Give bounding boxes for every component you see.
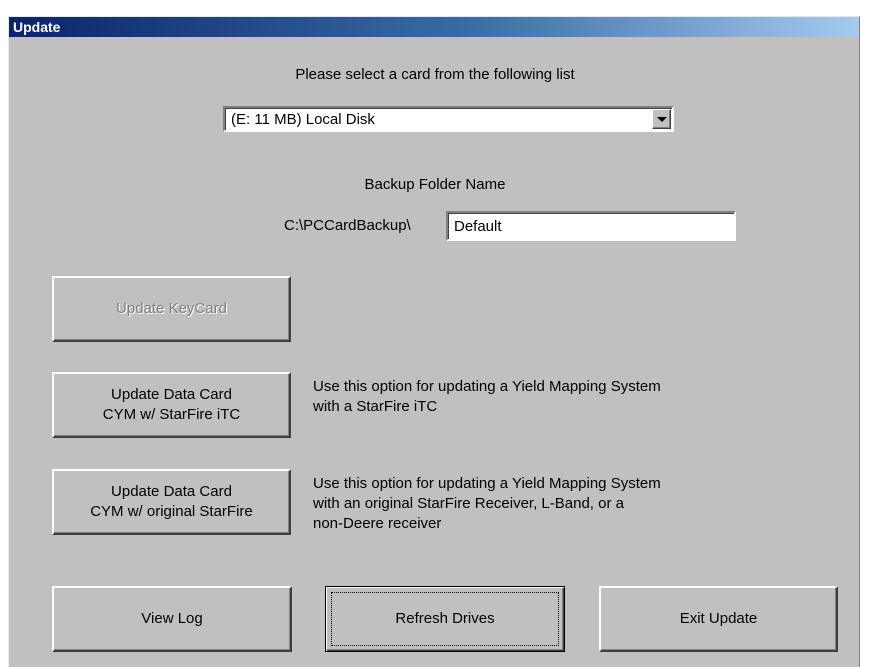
- itc-desc-line2: with a StarFire iTC: [313, 398, 438, 415]
- update-orig-label-line1: Update Data Card: [111, 483, 232, 500]
- update-keycard-button[interactable]: Update KeyCard: [52, 276, 291, 342]
- refresh-drives-button[interactable]: Refresh Drives: [325, 586, 565, 652]
- backup-folder-input[interactable]: [446, 211, 736, 241]
- exit-update-label: Exit Update: [679, 610, 758, 627]
- orig-desc-line1: Use this option for updating a Yield Map…: [313, 475, 661, 492]
- update-dialog: Update Please select a card from the fol…: [8, 16, 860, 667]
- update-data-card-itc-button[interactable]: Update Data Card CYM w/ StarFire iTC: [52, 372, 291, 438]
- orig-desc-line3: non-Deere receiver: [313, 515, 442, 532]
- backup-folder-label: Backup Folder Name: [364, 176, 506, 193]
- view-log-label: View Log: [141, 610, 203, 627]
- update-orig-label-line2: CYM w/ original StarFire: [90, 503, 253, 520]
- update-data-card-itc-label: Update Data Card CYM w/ StarFire iTC: [103, 385, 241, 425]
- itc-option-description: Use this option for updating a Yield Map…: [313, 377, 661, 417]
- card-select-value: (E: 11 MB) Local Disk: [231, 111, 375, 128]
- update-keycard-label: Update KeyCard: [116, 300, 227, 317]
- card-select-dropdown[interactable]: (E: 11 MB) Local Disk: [223, 106, 674, 132]
- update-itc-label-line2: CYM w/ StarFire iTC: [102, 406, 241, 423]
- chevron-down-icon: [657, 117, 667, 122]
- backup-path-prefix: C:\PCCardBackup\: [284, 217, 411, 234]
- update-data-card-original-button[interactable]: Update Data Card CYM w/ original StarFir…: [52, 469, 291, 535]
- orig-desc-line2: with an original StarFire Receiver, L-Ba…: [313, 495, 624, 512]
- card-select-prompt: Please select a card from the following …: [295, 66, 575, 83]
- exit-update-button[interactable]: Exit Update: [599, 586, 838, 652]
- update-itc-label-line1: Update Data Card: [111, 386, 232, 403]
- window-title: Update: [9, 17, 859, 37]
- dropdown-button[interactable]: [652, 109, 671, 129]
- original-option-description: Use this option for updating a Yield Map…: [313, 474, 661, 534]
- refresh-drives-label: Refresh Drives: [395, 610, 495, 627]
- update-data-card-original-label: Update Data Card CYM w/ original StarFir…: [90, 482, 253, 522]
- view-log-button[interactable]: View Log: [52, 586, 292, 652]
- itc-desc-line1: Use this option for updating a Yield Map…: [313, 378, 661, 395]
